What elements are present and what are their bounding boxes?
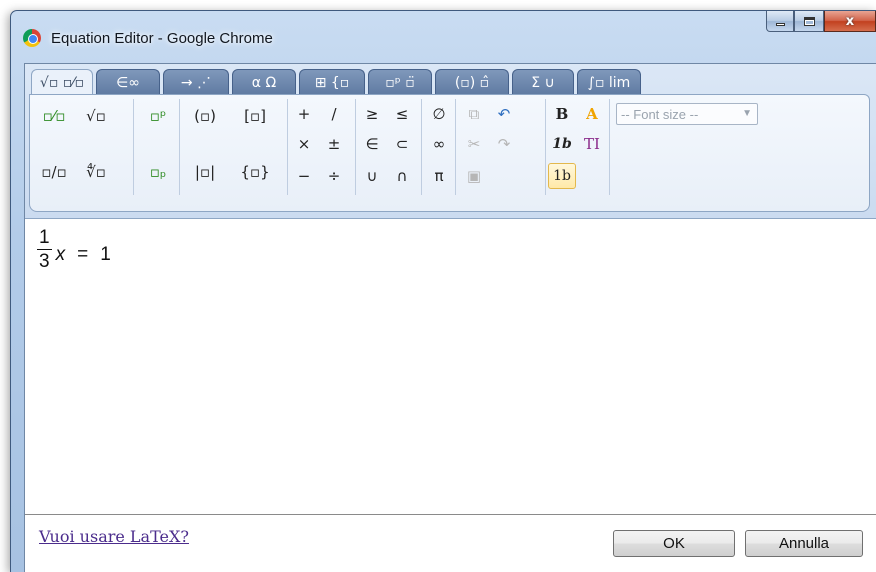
undo-icon[interactable]: ↶ bbox=[490, 101, 518, 127]
tab-matrices[interactable]: ⊞ {▫ bbox=[299, 69, 365, 95]
fraction-numerator: 1 bbox=[39, 227, 50, 248]
brace-button[interactable]: {▫} bbox=[238, 159, 272, 185]
empty-set-button[interactable]: ∅ bbox=[425, 101, 453, 127]
divide-button[interactable]: ÷ bbox=[320, 163, 348, 189]
cut-icon[interactable]: ✂ bbox=[460, 131, 488, 157]
maximize-icon bbox=[803, 16, 815, 26]
tab-relations[interactable]: ∈∞ bbox=[96, 69, 160, 95]
equation-editor-window: Equation Editor - Google Chrome x √▫ ▫⁄▫… bbox=[10, 10, 876, 572]
group-relations: ≥ ≤ ∈ ⊂ ∪ ∩ bbox=[356, 99, 422, 195]
infinity-button[interactable]: ∞ bbox=[425, 131, 453, 157]
dialog-footer: Vuoi usare LaTeX? OK Annulla bbox=[25, 514, 876, 572]
minimize-button[interactable] bbox=[766, 11, 794, 32]
group-scripts: ▫ᵖ ▫ₚ bbox=[134, 99, 180, 195]
equals-sign: = bbox=[77, 243, 89, 265]
maximize-button[interactable] bbox=[794, 11, 824, 32]
bold-button[interactable]: B bbox=[548, 101, 576, 127]
tab-calculus[interactable]: ∫▫ lim bbox=[577, 69, 641, 95]
dialog-content: √▫ ▫⁄▫ ∈∞ → ⋰ α Ω ⊞ {▫ ▫ᵖ ▫̈ (▫) ▫̂ Σ ∪ … bbox=[24, 63, 876, 572]
equation: 1 3 x = 1 bbox=[37, 228, 111, 271]
element-of-button[interactable]: ∈ bbox=[358, 131, 386, 157]
leq-button[interactable]: ≤ bbox=[388, 101, 416, 127]
tab-strip: √▫ ▫⁄▫ ∈∞ → ⋰ α Ω ⊞ {▫ ▫ᵖ ▫̈ (▫) ▫̂ Σ ∪ … bbox=[31, 69, 641, 96]
fraction: 1 3 bbox=[37, 228, 52, 271]
close-icon: x bbox=[845, 13, 855, 29]
geq-button[interactable]: ≥ bbox=[358, 101, 386, 127]
minimize-icon bbox=[775, 23, 785, 26]
sqrt-button[interactable]: √▫ bbox=[82, 103, 110, 129]
font-size-select[interactable]: -- Font size -- ▼ bbox=[616, 103, 758, 125]
times-button[interactable]: × bbox=[290, 131, 318, 157]
ok-button[interactable]: OK bbox=[613, 530, 735, 557]
copy-icon[interactable]: ⧉ bbox=[460, 101, 488, 127]
fraction-button[interactable]: ▫⁄▫ bbox=[40, 103, 68, 129]
window-title: Equation Editor - Google Chrome bbox=[51, 30, 273, 47]
tab-brackets[interactable]: (▫) ▫̂ bbox=[435, 69, 509, 95]
minus-button[interactable]: − bbox=[290, 163, 318, 189]
subset-button[interactable]: ⊂ bbox=[388, 131, 416, 157]
nth-root-button[interactable]: ∜▫ bbox=[82, 159, 110, 185]
symbol-panel: ▫⁄▫ √▫ ▫/▫ ∜▫ ▫ᵖ ▫ₚ (▫) [▫] |▫| {▫} + / … bbox=[29, 94, 870, 212]
italic-bold-button[interactable]: 1b bbox=[548, 131, 576, 157]
paste-icon[interactable]: ▣ bbox=[460, 163, 488, 189]
close-button[interactable]: x bbox=[824, 11, 876, 32]
chevron-down-icon: ▼ bbox=[742, 108, 752, 119]
title-bar[interactable]: Equation Editor - Google Chrome x bbox=[11, 11, 876, 61]
plus-minus-button[interactable]: ± bbox=[320, 131, 348, 157]
group-brackets: (▫) [▫] |▫| {▫} bbox=[180, 99, 288, 195]
cancel-button[interactable]: Annulla bbox=[745, 530, 863, 557]
square-bracket-button[interactable]: [▫] bbox=[238, 103, 272, 129]
equation-input-area[interactable]: 1 3 x = 1 bbox=[25, 220, 876, 514]
subscript-button[interactable]: ▫ₚ bbox=[144, 159, 172, 185]
font-color-icon[interactable]: A bbox=[578, 101, 606, 127]
tab-operators[interactable]: Σ ∪ bbox=[512, 69, 574, 95]
redo-icon[interactable]: ↷ bbox=[490, 131, 518, 157]
tab-greek[interactable]: α Ω bbox=[232, 69, 296, 95]
group-misc: ∅ ∞ π bbox=[422, 99, 456, 195]
intersection-button[interactable]: ∩ bbox=[388, 163, 416, 189]
group-arithmetic: + / × ± − ÷ bbox=[288, 99, 356, 195]
superscript-button[interactable]: ▫ᵖ bbox=[144, 103, 172, 129]
group-edit: ⧉ ↶ ✂ ↷ ▣ bbox=[456, 99, 546, 195]
absolute-value-button[interactable]: |▫| bbox=[188, 159, 222, 185]
chrome-logo-icon bbox=[23, 29, 41, 47]
equation-variable: x bbox=[55, 243, 66, 265]
tab-arrows[interactable]: → ⋰ bbox=[163, 69, 229, 95]
tab-scripts[interactable]: ▫ᵖ ▫̈ bbox=[368, 69, 432, 95]
group-fractions: ▫⁄▫ √▫ ▫/▫ ∜▫ bbox=[34, 99, 134, 195]
slash-button[interactable]: / bbox=[320, 101, 348, 127]
pi-button[interactable]: π bbox=[425, 163, 453, 189]
style-button-selected[interactable]: 1b bbox=[548, 163, 576, 189]
toolbar: √▫ ▫⁄▫ ∈∞ → ⋰ α Ω ⊞ {▫ ▫ᵖ ▫̈ (▫) ▫̂ Σ ∪ … bbox=[25, 64, 876, 219]
fraction-denominator: 3 bbox=[37, 249, 52, 272]
plus-button[interactable]: + bbox=[290, 101, 318, 127]
text-mode-button[interactable]: TI bbox=[578, 131, 606, 157]
use-latex-link[interactable]: Vuoi usare LaTeX? bbox=[39, 527, 189, 546]
font-size-value: -- Font size -- bbox=[621, 106, 699, 122]
group-format: B A 1b TI 1b bbox=[546, 99, 610, 195]
union-button[interactable]: ∪ bbox=[358, 163, 386, 189]
tab-radicals-fractions[interactable]: √▫ ▫⁄▫ bbox=[31, 69, 93, 96]
slash-fraction-button[interactable]: ▫/▫ bbox=[40, 159, 68, 185]
window-controls: x bbox=[766, 11, 876, 33]
parentheses-button[interactable]: (▫) bbox=[188, 103, 222, 129]
equation-rhs: 1 bbox=[100, 243, 111, 265]
